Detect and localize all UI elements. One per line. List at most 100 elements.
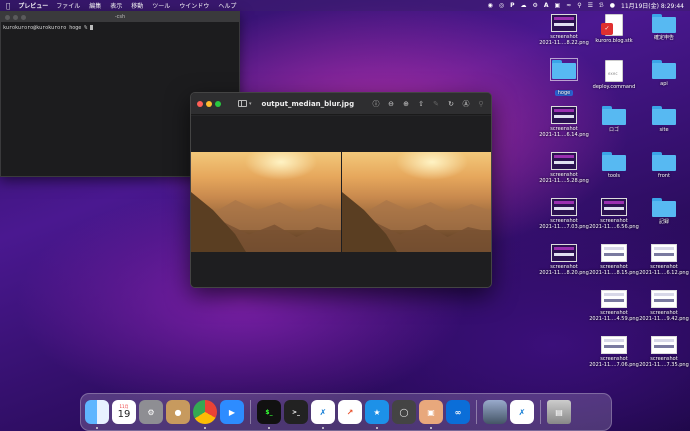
menu-help[interactable]: ヘルプ: [218, 1, 236, 10]
status-tool-icon[interactable]: ⚙: [532, 2, 537, 9]
desktop-icon[interactable]: site: [638, 106, 690, 133]
screenshot-thumbnail-icon: [551, 198, 577, 216]
status-battery-icon[interactable]: ▣: [555, 2, 561, 9]
preview-minimize-button[interactable]: [206, 100, 212, 107]
desktop-icon[interactable]: screenshot 2021-11....5.28.png: [538, 152, 590, 184]
desktop-icon-sublabel: 2021-11....7.03.png: [539, 224, 589, 230]
zoom-out-icon[interactable]: ⊖: [387, 100, 395, 108]
markup-pen-icon[interactable]: ✎: [432, 100, 440, 108]
desktop-icon[interactable]: screenshot 2021-11....7.06.png: [588, 336, 640, 368]
menu-go[interactable]: 移動: [131, 1, 143, 10]
system-preferences-icon[interactable]: ⚙: [139, 400, 163, 424]
infinity-app-icon[interactable]: ∞: [446, 400, 470, 424]
menu-view[interactable]: 表示: [110, 1, 122, 10]
status-control-center-icon[interactable]: ☰: [588, 2, 593, 9]
desktop-icon[interactable]: screenshot 2021-11....8.20.png: [538, 244, 590, 276]
contacts-icon[interactable]: ●: [166, 400, 190, 424]
vscode-icon[interactable]: ✗: [311, 400, 335, 429]
desktop-icon[interactable]: hoge: [538, 58, 590, 98]
recent-screenshot-icon[interactable]: [483, 400, 507, 424]
desktop-icon[interactable]: screenshot 2021-11....8.15.png: [588, 244, 640, 276]
desktop-icon[interactable]: ロゴ: [588, 106, 640, 133]
desktop-icon[interactable]: 記録: [638, 198, 690, 225]
status-wifi-icon[interactable]: ≈: [566, 2, 571, 9]
desktop-icon[interactable]: exec deploy.command: [588, 60, 640, 90]
markup-icon[interactable]: Ⓐ: [462, 99, 470, 109]
desktop-icon[interactable]: screenshot 2021-11....9.42.png: [638, 290, 690, 322]
status-p-icon[interactable]: P: [510, 2, 514, 9]
zoom-in-icon[interactable]: ⊕: [402, 100, 410, 108]
calendar-icon[interactable]: 11月 19: [112, 400, 136, 424]
status-globe-icon[interactable]: ◎: [499, 2, 504, 9]
desktop-icon-label: front: [658, 173, 670, 179]
terminal-title: -csh: [114, 14, 126, 20]
desktop-icon-sublabel: 2021-11....6.56.png: [589, 224, 639, 230]
menu-window[interactable]: ウインドウ: [179, 1, 209, 10]
desktop-icon[interactable]: tools: [588, 152, 640, 179]
terminal-content[interactable]: kurokuroro@kurokuroro hoge %: [1, 22, 239, 34]
activity-chart-icon[interactable]: ↗: [338, 400, 362, 424]
desktop-icon[interactable]: front: [638, 152, 690, 179]
desktop-icon[interactable]: 確定申告: [638, 14, 690, 41]
chevron-down-icon[interactable]: ▾: [249, 101, 252, 107]
desktop-icon-label: ロゴ: [608, 127, 619, 133]
preview-toolbar[interactable]: ▾ output_median_blur.jpg ⓘ ⊖ ⊕ ⇧ ✎ ↻ Ⓐ ⚲: [191, 93, 491, 115]
menu-file[interactable]: ファイル: [56, 1, 80, 10]
desktop-icon[interactable]: screenshot 2021-11....6.56.png: [588, 198, 640, 230]
status-bluetooth-icon[interactable]: ℬ: [599, 2, 604, 9]
preview-window[interactable]: ▾ output_median_blur.jpg ⓘ ⊖ ⊕ ⇧ ✎ ↻ Ⓐ ⚲: [190, 92, 492, 288]
status-search-icon[interactable]: ⚲: [577, 2, 581, 9]
desktop-icon[interactable]: screenshot 2021-11....7.35.png: [638, 336, 690, 368]
sidebar-toggle-icon[interactable]: [238, 100, 247, 107]
desktop-icon-sublabel: 2021-11....9.42.png: [639, 316, 689, 322]
screenshot-thumbnail-icon: [551, 106, 577, 124]
desktop-icon-label: deploy.command: [592, 84, 636, 90]
share-icon[interactable]: ⇧: [417, 100, 425, 108]
folder-icon: [652, 198, 676, 217]
folder-icon: [652, 152, 676, 171]
menu-app-name[interactable]: プレビュー: [18, 1, 48, 10]
status-cloud-icon[interactable]: ☁: [520, 2, 526, 9]
desktop-icon[interactable]: screenshot 2021-11....4.59.png: [588, 290, 640, 322]
preview-app-icon[interactable]: ▣: [419, 400, 443, 429]
iterm-icon[interactable]: >_: [284, 400, 308, 424]
docker-icon[interactable]: ★: [365, 400, 389, 429]
status-a-icon[interactable]: A: [544, 2, 549, 9]
desktop-icon-sublabel: 2021-11....8.20.png: [539, 270, 589, 276]
terminal-title-bar[interactable]: -csh: [1, 12, 239, 22]
menu-tools[interactable]: ツール: [152, 1, 170, 10]
screenshot-thumbnail-icon: [551, 14, 577, 32]
quicktime-icon[interactable]: ◯: [392, 400, 416, 424]
menu-edit[interactable]: 編集: [89, 1, 101, 10]
preview-zoom-button[interactable]: [215, 100, 221, 107]
desktop-icon[interactable]: screenshot 2021-11....8.22.png: [538, 14, 590, 46]
desktop-icon[interactable]: screenshot 2021-11....6.12.png: [638, 244, 690, 276]
desktop-icon[interactable]: screenshot 2021-11....7.03.png: [538, 198, 590, 230]
dock-separator-3: [540, 400, 541, 424]
screenshot-thumbnail-icon: [601, 290, 627, 308]
zoom-app-icon[interactable]: ▶: [220, 400, 244, 424]
finder-icon[interactable]: [85, 400, 109, 429]
rotate-icon[interactable]: ↻: [447, 100, 455, 108]
desktop-icon-sublabel: 2021-11....5.28.png: [539, 178, 589, 184]
screenshot-thumbnail-icon: [601, 336, 627, 354]
vscode-recent-icon[interactable]: ✗: [510, 400, 534, 424]
trash-icon[interactable]: ▤: [547, 400, 571, 424]
status-datetime[interactable]: 11月19日(金) 8:29:44: [621, 1, 684, 10]
desktop-icon[interactable]: ✓ kuroro.blog.stk: [588, 14, 640, 44]
desktop-icon[interactable]: api: [638, 60, 690, 87]
calendar-day: 19: [117, 409, 131, 420]
status-record-icon[interactable]: ◉: [488, 2, 493, 9]
desktop-icon-label: 確定申告: [653, 35, 674, 41]
status-user-icon[interactable]: ●: [610, 2, 615, 9]
screenshot-thumbnail-icon: [601, 244, 627, 262]
terminal-app-icon[interactable]: $_: [257, 400, 281, 429]
info-icon[interactable]: ⓘ: [372, 99, 380, 109]
chrome-icon[interactable]: [193, 400, 217, 429]
preview-close-button[interactable]: [197, 100, 203, 107]
search-icon[interactable]: ⚲: [477, 100, 485, 108]
image-canvas[interactable]: [191, 116, 491, 287]
apple-menu-icon[interactable]: : [6, 2, 10, 10]
desktop-icon[interactable]: screenshot 2021-11....6.14.png: [538, 106, 590, 138]
desktop-icon-sublabel: 2021-11....8.15.png: [589, 270, 639, 276]
